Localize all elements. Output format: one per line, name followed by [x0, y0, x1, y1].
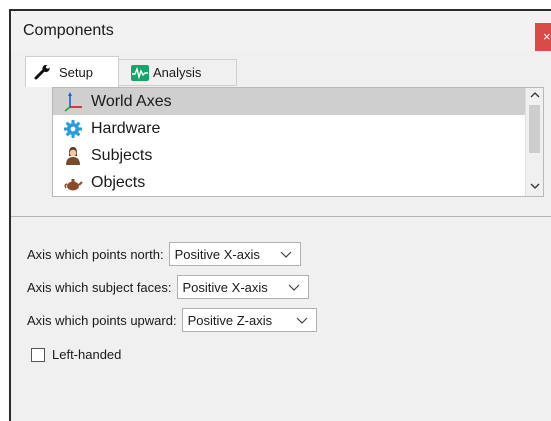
- faces-axis-label: Axis which subject faces:: [27, 279, 172, 295]
- tab-setup[interactable]: Setup: [25, 56, 119, 87]
- north-axis-label: Axis which points north:: [27, 246, 164, 262]
- tree-item-subjects[interactable]: Subjects: [53, 142, 527, 169]
- components-panel: Components × Setup Analysis World Axes H…: [9, 9, 551, 421]
- faces-axis-row: Axis which subject faces: Positive X-axi…: [27, 275, 309, 299]
- teapot-icon: [63, 173, 83, 193]
- waveform-icon: [131, 64, 149, 81]
- upward-axis-row: Axis which points upward: Positive Z-axi…: [27, 308, 317, 332]
- tree-item-label: Objects: [91, 173, 146, 191]
- upward-axis-select[interactable]: Positive Z-axis: [181, 308, 317, 332]
- chevron-down-icon: [288, 284, 299, 291]
- scroll-up-button[interactable]: [526, 88, 543, 105]
- left-handed-row[interactable]: Left-handed: [31, 347, 121, 362]
- axes-settings-panel: Axis which points north: Positive X-axis…: [11, 217, 551, 421]
- scroll-down-button[interactable]: [526, 179, 543, 196]
- chevron-down-icon: [280, 251, 292, 258]
- wrench-icon: [34, 64, 52, 80]
- upward-axis-label: Axis which points upward:: [27, 312, 177, 328]
- tree-item-label: Subjects: [91, 146, 153, 164]
- tree-scrollbar[interactable]: [525, 88, 543, 196]
- components-tree[interactable]: World Axes Hardware Subjects Objects: [52, 87, 544, 197]
- scroll-thumb[interactable]: [529, 105, 540, 153]
- axes-icon: [63, 91, 83, 112]
- tree-item-label: Hardware: [91, 119, 161, 137]
- tree-item-objects[interactable]: Objects: [53, 169, 527, 196]
- window-title: Components: [23, 22, 114, 39]
- north-axis-select[interactable]: Positive X-axis: [168, 242, 301, 266]
- close-button[interactable]: ×: [535, 23, 551, 51]
- chevron-up-icon: [530, 92, 539, 98]
- tree-item-hardware[interactable]: Hardware: [53, 115, 527, 142]
- gear-icon: [63, 119, 83, 139]
- chevron-down-icon: [530, 183, 539, 189]
- north-axis-value: Positive X-axis: [174, 246, 260, 262]
- chevron-down-icon: [296, 317, 308, 324]
- faces-axis-value: Positive X-axis: [182, 279, 268, 295]
- tree-item-label: World Axes: [91, 92, 172, 110]
- tree-item-world-axes[interactable]: World Axes: [53, 88, 527, 115]
- upward-axis-value: Positive Z-axis: [187, 312, 273, 328]
- person-icon: [63, 146, 83, 166]
- faces-axis-select[interactable]: Positive X-axis: [176, 275, 309, 299]
- tab-setup-label: Setup: [59, 64, 93, 80]
- tab-analysis[interactable]: Analysis: [119, 59, 237, 86]
- title-bar: Components ×: [11, 11, 551, 51]
- close-icon: ×: [543, 29, 551, 44]
- north-axis-row: Axis which points north: Positive X-axis: [27, 242, 301, 266]
- left-handed-checkbox[interactable]: [31, 347, 45, 362]
- left-handed-label: Left-handed: [52, 347, 122, 362]
- tab-analysis-label: Analysis: [153, 65, 202, 80]
